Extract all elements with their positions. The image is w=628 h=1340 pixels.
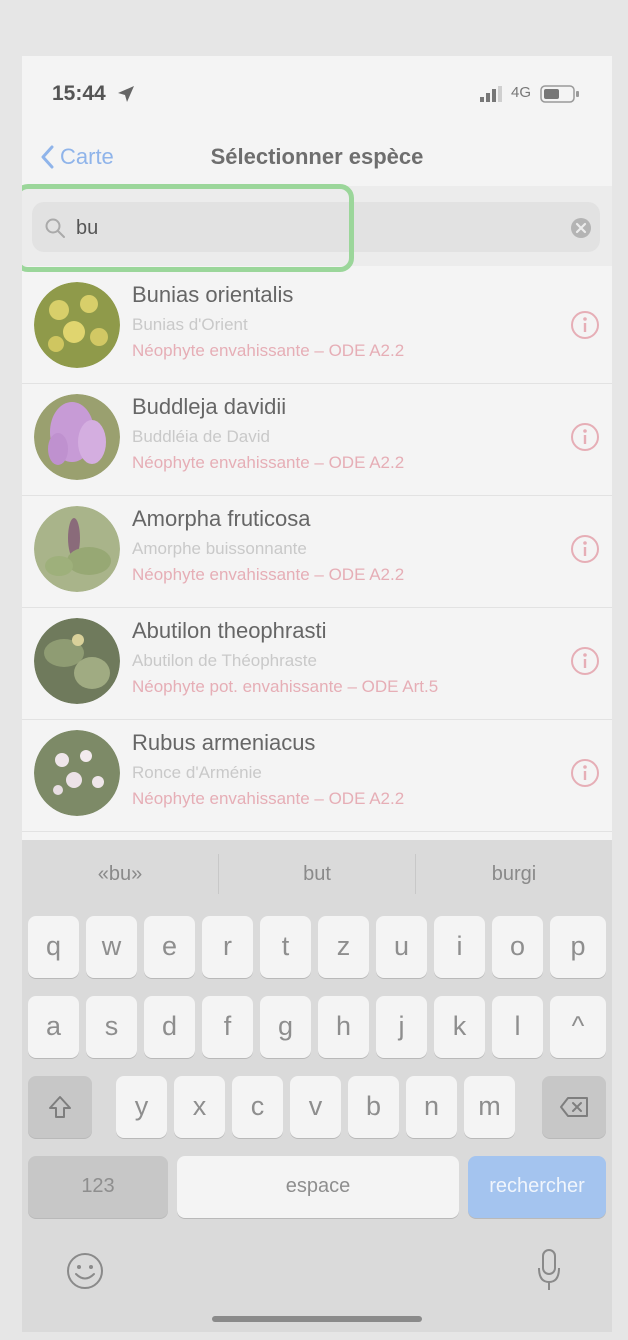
key[interactable]: t xyxy=(260,916,311,978)
signal-icon xyxy=(480,86,502,102)
page-title: Sélectionner espèce xyxy=(210,144,424,169)
key[interactable]: v xyxy=(290,1076,341,1138)
species-status: Néophyte envahissante – ODE A2.2 xyxy=(132,789,405,808)
search-icon xyxy=(45,218,65,238)
key[interactable]: e xyxy=(144,916,195,978)
battery-icon xyxy=(540,85,579,103)
species-common-name: Amorphe buissonnante xyxy=(132,539,307,558)
species-thumbnail xyxy=(34,506,120,592)
network-type: 4G xyxy=(511,84,532,101)
species-status: Néophyte pot. envahissante – ODE Art.5 xyxy=(132,677,439,696)
species-latin-name: Abutilon theophrasti xyxy=(132,618,327,643)
species-common-name: Abutilon de Théophraste xyxy=(132,651,317,670)
key[interactable]: x xyxy=(174,1076,225,1138)
list-item[interactable]: Amorpha fruticosa Amorphe buissonnante N… xyxy=(22,496,612,608)
info-icon[interactable] xyxy=(570,310,600,340)
species-status: Néophyte envahissante – ODE A2.2 xyxy=(132,565,405,584)
key[interactable]: j xyxy=(376,996,427,1058)
list-item[interactable]: Buddleja davidii Buddléia de David Néoph… xyxy=(22,384,612,496)
key[interactable]: g xyxy=(260,996,311,1058)
home-indicator xyxy=(212,1316,422,1322)
space-key[interactable]: espace xyxy=(177,1156,459,1218)
key[interactable]: h xyxy=(318,996,369,1058)
key[interactable]: u xyxy=(376,916,427,978)
search-bar xyxy=(22,186,612,266)
species-common-name: Bunias d'Orient xyxy=(132,315,248,334)
suggestion[interactable]: burgi xyxy=(416,840,612,908)
key[interactable]: r xyxy=(202,916,253,978)
search-key[interactable]: rechercher xyxy=(468,1156,606,1218)
list-item[interactable]: Rubus armeniacus Ronce d'Arménie Néophyt… xyxy=(22,720,612,832)
species-list: Bunias orientalis Bunias d'Orient Néophy… xyxy=(22,272,612,832)
numbers-key[interactable]: 123 xyxy=(28,1156,168,1218)
key[interactable]: q xyxy=(28,916,79,978)
species-status: Néophyte envahissante – ODE A2.2 xyxy=(132,453,405,472)
key[interactable]: d xyxy=(144,996,195,1058)
key[interactable]: p xyxy=(550,916,606,978)
species-latin-name: Buddleja davidii xyxy=(132,394,287,419)
search-input[interactable] xyxy=(74,212,548,244)
emoji-icon[interactable] xyxy=(66,1252,104,1290)
key[interactable]: n xyxy=(406,1076,457,1138)
backspace-icon xyxy=(560,1096,588,1117)
status-bar: 15:44 4G xyxy=(22,56,612,126)
navigation-bar: Carte Sélectionner espèce xyxy=(22,126,612,186)
info-icon[interactable] xyxy=(570,534,600,564)
species-status: Néophyte envahissante – ODE A2.2 xyxy=(132,341,405,360)
key[interactable]: ^ xyxy=(550,996,606,1058)
species-thumbnail xyxy=(34,618,120,704)
search-field[interactable] xyxy=(32,202,600,252)
key[interactable]: s xyxy=(86,996,137,1058)
key[interactable]: m xyxy=(464,1076,515,1138)
suggestion[interactable]: «bu» xyxy=(22,840,218,908)
species-latin-name: Rubus armeniacus xyxy=(132,730,316,755)
key[interactable]: k xyxy=(434,996,485,1058)
key[interactable]: l xyxy=(492,996,543,1058)
location-arrow-icon xyxy=(118,86,134,102)
info-icon[interactable] xyxy=(570,758,600,788)
clear-icon[interactable] xyxy=(570,217,592,239)
phone-screen: 15:44 4G Carte Sélectionner espèce bu Bu… xyxy=(22,56,612,1332)
shift-icon xyxy=(49,1095,71,1118)
species-thumbnail xyxy=(34,282,120,368)
key[interactable]: w xyxy=(86,916,137,978)
species-common-name: Buddléia de David xyxy=(132,427,270,446)
key[interactable]: a xyxy=(28,996,79,1058)
species-common-name: Ronce d'Arménie xyxy=(132,763,262,782)
shift-key[interactable] xyxy=(28,1076,92,1138)
key[interactable]: o xyxy=(492,916,543,978)
key[interactable]: z xyxy=(318,916,369,978)
keyboard: «bu» but burgi q w e r t z u i o p a s d… xyxy=(22,840,612,1332)
microphone-icon[interactable] xyxy=(536,1248,562,1292)
species-thumbnail xyxy=(34,730,120,816)
key[interactable]: c xyxy=(232,1076,283,1138)
species-latin-name: Bunias orientalis xyxy=(132,282,294,307)
list-item[interactable]: Bunias orientalis Bunias d'Orient Néophy… xyxy=(22,272,612,384)
key[interactable]: b xyxy=(348,1076,399,1138)
backspace-key[interactable] xyxy=(542,1076,606,1138)
key[interactable]: y xyxy=(116,1076,167,1138)
list-item[interactable]: Abutilon theophrasti Abutilon de Théophr… xyxy=(22,608,612,720)
suggestion[interactable]: but xyxy=(219,840,415,908)
key[interactable]: i xyxy=(434,916,485,978)
status-time: 15:44 xyxy=(52,82,106,105)
info-icon[interactable] xyxy=(570,646,600,676)
species-latin-name: Amorpha fruticosa xyxy=(132,506,311,531)
info-icon[interactable] xyxy=(570,422,600,452)
species-thumbnail xyxy=(34,394,120,480)
key[interactable]: f xyxy=(202,996,253,1058)
